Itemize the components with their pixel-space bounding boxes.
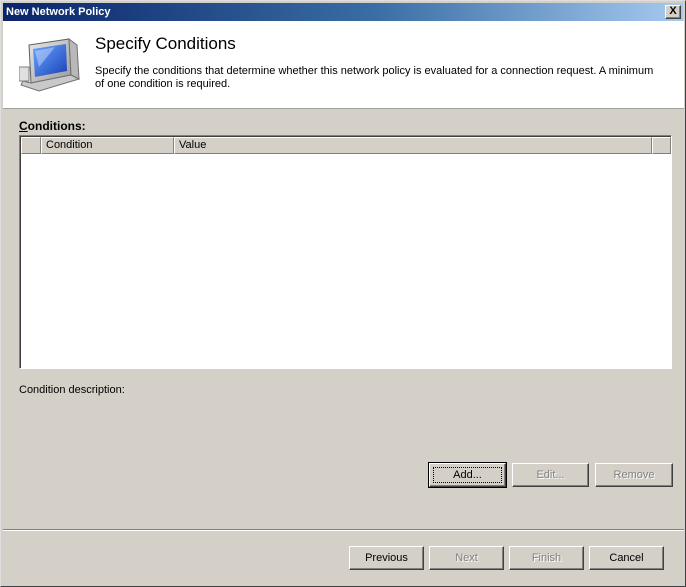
- close-icon: X: [669, 5, 677, 17]
- page-title: Specify Conditions: [95, 34, 236, 53]
- edit-button[interactable]: Edit...: [512, 463, 589, 487]
- remove-button[interactable]: Remove: [595, 463, 673, 487]
- cancel-button-label: Cancel: [609, 551, 644, 564]
- conditions-label: Conditions:: [19, 119, 86, 133]
- column-header-filler: [652, 137, 671, 154]
- next-button[interactable]: Next: [429, 546, 504, 570]
- close-button[interactable]: X: [665, 5, 681, 19]
- cancel-button[interactable]: Cancel: [589, 546, 664, 570]
- new-network-policy-dialog: New Network Policy X Specify Conditions …: [0, 0, 686, 587]
- focus-ring: [433, 467, 502, 483]
- previous-button-label: Previous: [365, 551, 408, 564]
- finish-button[interactable]: Finish: [509, 546, 584, 570]
- finish-button-label: Finish: [531, 551, 562, 564]
- column-header-value[interactable]: Value: [174, 137, 652, 154]
- conditions-label-accesskey: C: [19, 119, 28, 133]
- condition-description-label: Condition description:: [19, 384, 125, 396]
- next-button-label: Next: [455, 551, 478, 564]
- edit-button-label: Edit...: [536, 468, 565, 481]
- window-title: New Network Policy: [6, 6, 111, 18]
- remove-button-label: Remove: [613, 468, 655, 481]
- column-header-select[interactable]: [21, 137, 41, 154]
- footer-separator: [3, 529, 684, 531]
- page-description: Specify the conditions that determine wh…: [95, 65, 654, 90]
- conditions-label-text: onditions:: [27, 119, 86, 133]
- column-header-condition[interactable]: Condition: [41, 137, 174, 154]
- previous-button[interactable]: Previous: [349, 546, 424, 570]
- conditions-list[interactable]: Condition Value: [19, 135, 672, 369]
- wizard-header: Specify Conditions Specify the condition…: [3, 21, 684, 109]
- title-bar[interactable]: New Network Policy X: [3, 3, 683, 21]
- conditions-list-header: Condition Value: [21, 137, 671, 154]
- add-button[interactable]: Add...: [428, 462, 507, 488]
- network-monitor-icon: [19, 37, 81, 92]
